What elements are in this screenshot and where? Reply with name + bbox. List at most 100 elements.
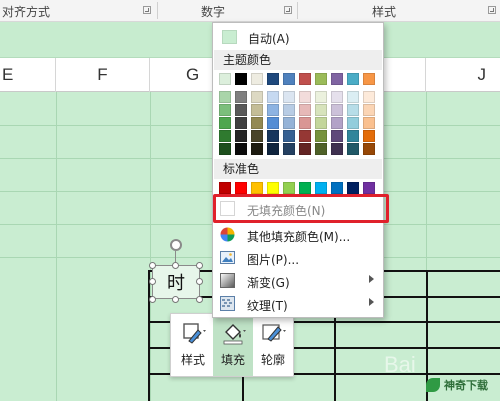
theme-shade-swatch[interactable] xyxy=(347,130,359,142)
theme-shade-swatch[interactable] xyxy=(331,117,343,129)
theme-shade-swatch[interactable] xyxy=(235,143,247,155)
theme-shade-swatch[interactable] xyxy=(267,104,279,116)
theme-shade-swatch[interactable] xyxy=(283,130,295,142)
theme-shade-swatch[interactable] xyxy=(363,104,375,116)
resize-handle-bottom[interactable] xyxy=(172,296,179,303)
theme-color-swatch[interactable] xyxy=(251,73,263,85)
text-shape[interactable]: 时 xyxy=(152,265,200,299)
column-header-e[interactable]: E xyxy=(0,58,56,92)
auto-color-option[interactable]: 自动(A) xyxy=(217,26,381,48)
theme-shade-swatch[interactable] xyxy=(283,104,295,116)
theme-shade-swatch[interactable] xyxy=(347,91,359,103)
texture-fill-option[interactable]: 纹理(T) xyxy=(216,293,382,315)
theme-shade-swatch[interactable] xyxy=(267,117,279,129)
resize-handle-top-left[interactable] xyxy=(149,262,156,269)
theme-color-swatch[interactable] xyxy=(315,73,327,85)
theme-shade-swatch[interactable] xyxy=(315,143,327,155)
theme-shade-swatch[interactable] xyxy=(315,130,327,142)
theme-shade-swatch[interactable] xyxy=(219,117,231,129)
resize-handle-right[interactable] xyxy=(196,278,203,285)
standard-color-swatch[interactable] xyxy=(347,182,359,194)
standard-color-swatch[interactable] xyxy=(363,182,375,194)
theme-color-swatch[interactable] xyxy=(347,73,359,85)
fill-button[interactable]: 填充 xyxy=(213,314,253,376)
more-fill-colors-option[interactable]: 其他填充颜色(M)... xyxy=(216,224,382,246)
theme-shade-swatch[interactable] xyxy=(267,91,279,103)
standard-color-swatch[interactable] xyxy=(267,182,279,194)
standard-color-swatch[interactable] xyxy=(235,182,247,194)
resize-handle-top[interactable] xyxy=(172,262,179,269)
picture-fill-label: 图片(P)... xyxy=(247,253,300,267)
picture-fill-option[interactable]: 图片(P)... xyxy=(216,247,382,269)
theme-color-swatch[interactable] xyxy=(219,73,231,85)
theme-color-swatch[interactable] xyxy=(299,73,311,85)
theme-shade-swatch[interactable] xyxy=(235,91,247,103)
styles-dialog-launcher-icon[interactable] xyxy=(488,6,496,14)
theme-shade-swatch[interactable] xyxy=(347,104,359,116)
gradient-icon xyxy=(220,273,235,288)
theme-shade-swatch[interactable] xyxy=(315,104,327,116)
theme-shade-swatch[interactable] xyxy=(299,104,311,116)
theme-shade-swatch[interactable] xyxy=(299,130,311,142)
theme-color-swatch[interactable] xyxy=(331,73,343,85)
fill-label: 填充 xyxy=(220,353,245,367)
theme-shade-swatch[interactable] xyxy=(283,117,295,129)
standard-color-swatch[interactable] xyxy=(251,182,263,194)
theme-shade-swatch[interactable] xyxy=(251,117,263,129)
theme-shade-swatch[interactable] xyxy=(235,104,247,116)
number-dialog-launcher-icon[interactable] xyxy=(284,6,292,14)
theme-shade-swatch[interactable] xyxy=(235,117,247,129)
gradient-fill-label: 渐变(G) xyxy=(247,276,290,290)
theme-color-swatch[interactable] xyxy=(267,73,279,85)
resize-handle-bottom-right[interactable] xyxy=(196,296,203,303)
theme-shade-swatch[interactable] xyxy=(347,117,359,129)
alignment-dialog-launcher-icon[interactable] xyxy=(143,6,151,14)
theme-shade-swatch[interactable] xyxy=(315,91,327,103)
theme-color-swatch[interactable] xyxy=(363,73,375,85)
theme-shade-swatch[interactable] xyxy=(267,130,279,142)
theme-shade-swatch[interactable] xyxy=(331,91,343,103)
theme-shade-swatch[interactable] xyxy=(363,117,375,129)
standard-color-swatch[interactable] xyxy=(315,182,327,194)
theme-shade-swatch[interactable] xyxy=(299,117,311,129)
theme-shade-swatch[interactable] xyxy=(219,91,231,103)
outline-button[interactable]: 轮廓 xyxy=(253,314,293,376)
standard-color-swatch[interactable] xyxy=(219,182,231,194)
theme-shade-swatch[interactable] xyxy=(219,143,231,155)
theme-shade-swatch[interactable] xyxy=(347,143,359,155)
theme-shade-swatch[interactable] xyxy=(251,143,263,155)
standard-color-swatch[interactable] xyxy=(283,182,295,194)
theme-shade-swatch[interactable] xyxy=(251,91,263,103)
auto-color-swatch xyxy=(222,30,237,44)
theme-shade-swatch[interactable] xyxy=(251,104,263,116)
theme-shade-swatch[interactable] xyxy=(331,143,343,155)
theme-shade-swatch[interactable] xyxy=(235,130,247,142)
theme-shade-swatch[interactable] xyxy=(363,143,375,155)
theme-shade-swatch[interactable] xyxy=(283,91,295,103)
theme-shade-swatch[interactable] xyxy=(299,143,311,155)
theme-shade-swatch[interactable] xyxy=(331,104,343,116)
resize-handle-bottom-left[interactable] xyxy=(149,296,156,303)
resize-handle-left[interactable] xyxy=(149,278,156,285)
theme-color-swatch[interactable] xyxy=(283,73,295,85)
standard-color-swatch[interactable] xyxy=(331,182,343,194)
theme-shade-swatch[interactable] xyxy=(363,91,375,103)
theme-shade-swatch[interactable] xyxy=(299,91,311,103)
gradient-fill-option[interactable]: 渐变(G) xyxy=(216,270,382,292)
theme-shade-swatch[interactable] xyxy=(315,117,327,129)
column-header-j[interactable]: J xyxy=(426,58,500,92)
shape-text[interactable]: 时 xyxy=(167,269,185,295)
theme-color-swatch[interactable] xyxy=(235,73,247,85)
column-header-f[interactable]: F xyxy=(56,58,150,92)
theme-shade-swatch[interactable] xyxy=(283,143,295,155)
theme-shade-swatch[interactable] xyxy=(267,143,279,155)
theme-shade-swatch[interactable] xyxy=(219,130,231,142)
theme-shade-swatch[interactable] xyxy=(251,130,263,142)
rotate-handle-icon[interactable] xyxy=(170,239,182,251)
shape-style-button[interactable]: 样式 xyxy=(173,314,213,376)
theme-shade-swatch[interactable] xyxy=(363,130,375,142)
standard-color-swatch[interactable] xyxy=(299,182,311,194)
resize-handle-top-right[interactable] xyxy=(196,262,203,269)
theme-shade-swatch[interactable] xyxy=(331,130,343,142)
theme-shade-swatch[interactable] xyxy=(219,104,231,116)
